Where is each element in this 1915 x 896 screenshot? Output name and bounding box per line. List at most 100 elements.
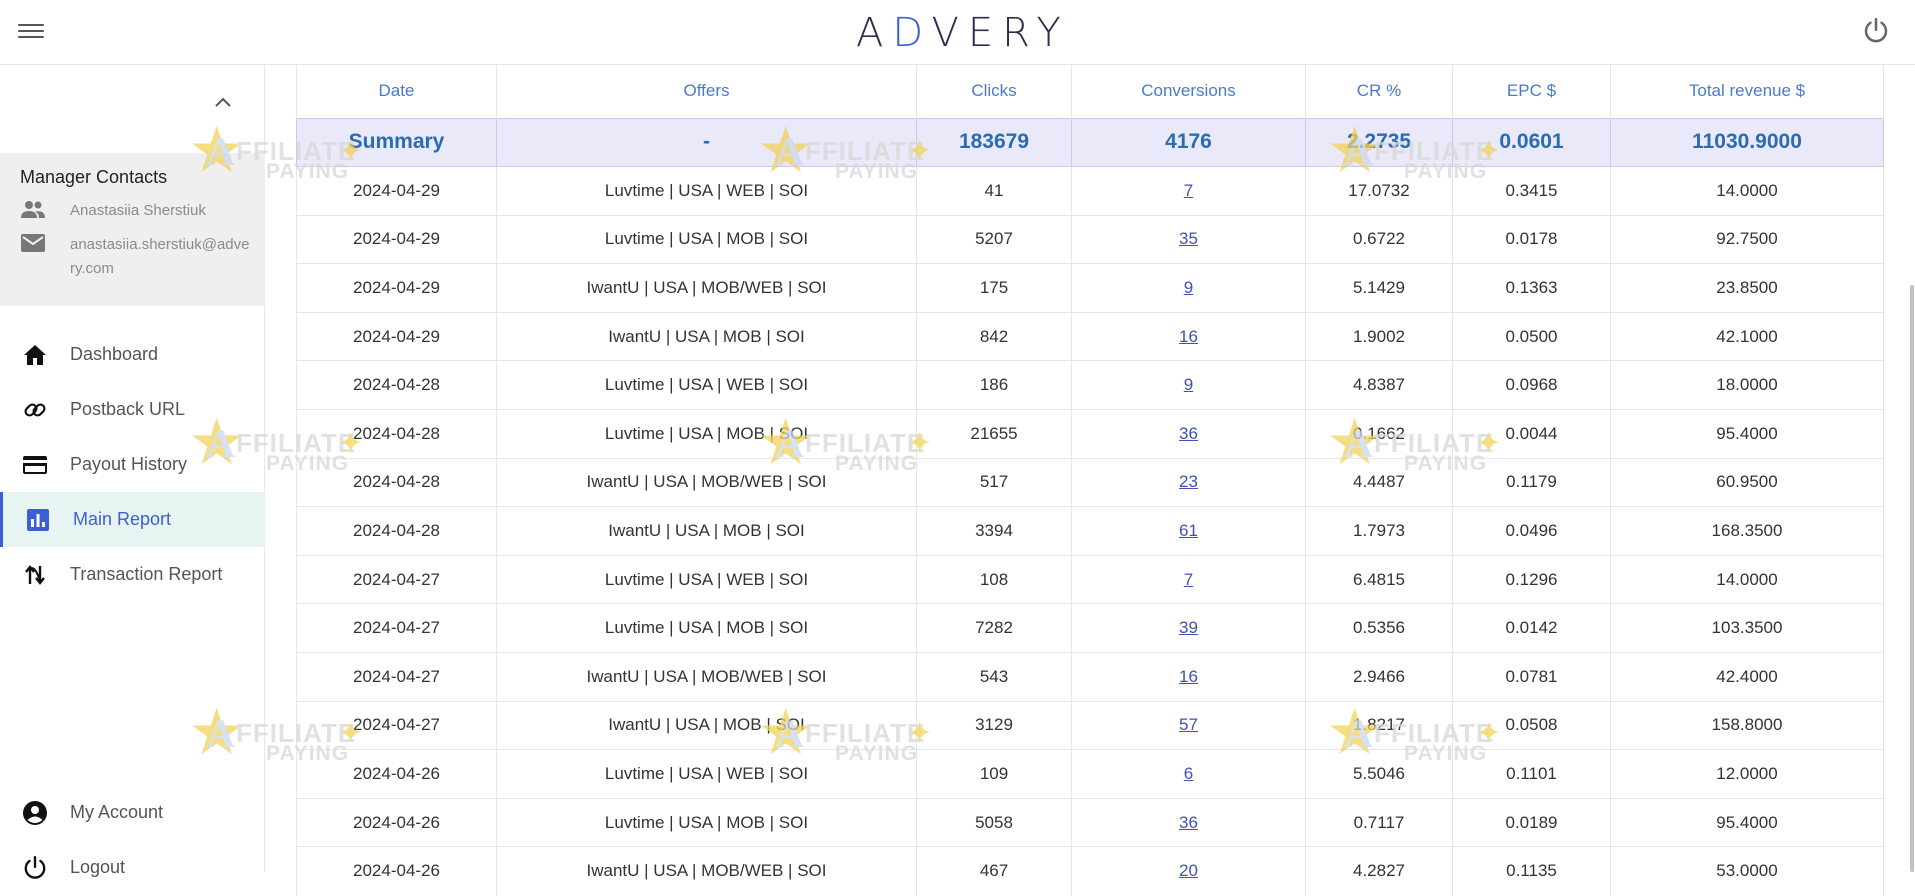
hamburger-menu-icon[interactable] [18, 20, 44, 42]
column-header-offers[interactable]: Offers [496, 65, 917, 118]
cell-offer: IwantU | USA | MOB/WEB | SOI [496, 846, 917, 896]
cell-date: 2024-04-26 [296, 749, 497, 799]
cell-cr: 4.8387 [1305, 360, 1453, 410]
summary-epc: 0.0601 [1452, 117, 1611, 168]
power-icon[interactable] [1861, 16, 1891, 51]
conversions-link[interactable]: 20 [1179, 861, 1198, 880]
cell-epc: 0.0508 [1452, 700, 1611, 750]
vertical-scrollbar[interactable] [1910, 285, 1914, 872]
table-row: 2024-04-29 IwantU | USA | MOB | SOI 842 16 1… [296, 311, 1884, 361]
conversions-link[interactable]: 35 [1179, 229, 1198, 248]
cell-date: 2024-04-29 [296, 214, 497, 264]
cell-epc: 0.1363 [1452, 263, 1611, 313]
cell-conversions: 20 [1071, 846, 1306, 896]
nav-postback-url[interactable]: Postback URL [0, 382, 265, 437]
cell-cr: 17.0732 [1305, 166, 1453, 216]
nav-label: Transaction Report [70, 564, 223, 584]
cell-offer: Luvtime | USA | MOB | SOI [496, 603, 917, 653]
nav-dashboard[interactable]: Dashboard [0, 327, 265, 382]
summary-offers: - [496, 117, 917, 168]
nav-label: Postback URL [70, 399, 186, 419]
column-header-total-revenue[interactable]: Total revenue $ [1610, 65, 1884, 118]
cell-clicks: 108 [916, 554, 1072, 604]
conversions-link[interactable]: 39 [1179, 618, 1198, 637]
cell-date: 2024-04-27 [296, 700, 497, 750]
mail-icon [20, 233, 50, 258]
cell-epc: 0.1296 [1452, 554, 1611, 604]
cell-total-revenue: 103.3500 [1610, 603, 1884, 653]
conversions-link[interactable]: 16 [1179, 327, 1198, 346]
cell-total-revenue: 60.9500 [1610, 457, 1884, 507]
cell-date: 2024-04-28 [296, 457, 497, 507]
cell-clicks: 842 [916, 311, 1072, 361]
column-header-clicks[interactable]: Clicks [916, 65, 1072, 118]
manager-contacts: Manager Contacts Anastasiia Sherstiuk an… [0, 153, 265, 306]
conversions-link[interactable]: 6 [1184, 764, 1193, 783]
conversions-link[interactable]: 61 [1179, 521, 1198, 540]
conversions-link[interactable]: 9 [1184, 278, 1193, 297]
conversions-link[interactable]: 16 [1179, 667, 1198, 686]
manager-email[interactable]: anastasiia.sherstiuk@advery.com [70, 233, 250, 281]
account-circle-icon [20, 800, 50, 826]
cell-epc: 0.0044 [1452, 409, 1611, 459]
nav-my-account[interactable]: My Account [0, 785, 265, 840]
nav-main-report[interactable]: Main Report [0, 492, 265, 547]
cell-epc: 0.0178 [1452, 214, 1611, 264]
cell-date: 2024-04-27 [296, 554, 497, 604]
cell-clicks: 5207 [916, 214, 1072, 264]
nav-logout[interactable]: Logout [0, 840, 265, 895]
cell-epc: 0.0496 [1452, 506, 1611, 556]
nav-payout-history[interactable]: Payout History [0, 437, 265, 492]
cell-offer: Luvtime | USA | MOB | SOI [496, 797, 917, 847]
nav-label: Payout History [70, 454, 188, 474]
cell-date: 2024-04-27 [296, 603, 497, 653]
conversions-link[interactable]: 7 [1184, 570, 1193, 589]
cell-epc: 0.0500 [1452, 311, 1611, 361]
conversions-link[interactable]: 36 [1179, 813, 1198, 832]
cell-total-revenue: 14.0000 [1610, 166, 1884, 216]
bar-chart-icon [23, 508, 53, 532]
cell-epc: 0.0142 [1452, 603, 1611, 653]
cell-offer: Luvtime | USA | MOB | SOI [496, 214, 917, 264]
conversions-link[interactable]: 23 [1179, 472, 1198, 491]
nav-label: Logout [70, 857, 126, 877]
cell-clicks: 109 [916, 749, 1072, 799]
nav-transaction-report[interactable]: Transaction Report [0, 547, 265, 602]
table-row: 2024-04-27 Luvtime | USA | MOB | SOI 7282 3… [296, 603, 1884, 653]
cell-conversions: 16 [1071, 311, 1306, 361]
table-row: 2024-04-27 Luvtime | USA | WEB | SOI 108 7 6… [296, 554, 1884, 604]
cell-clicks: 186 [916, 360, 1072, 410]
cell-date: 2024-04-28 [296, 506, 497, 556]
credit-card-icon [20, 455, 50, 475]
cell-offer: Luvtime | USA | MOB | SOI [496, 409, 917, 459]
chevron-up-icon[interactable] [213, 95, 233, 114]
cell-epc: 0.0968 [1452, 360, 1611, 410]
nav-label: Main Report [73, 509, 172, 529]
power-icon [20, 855, 50, 881]
column-header-date[interactable]: Date [296, 65, 497, 118]
table-row: 2024-04-28 IwantU | USA | MOB/WEB | SOI 51… [296, 457, 1884, 507]
nav-label: My Account [70, 802, 164, 822]
cell-offer: IwantU | USA | MOB | SOI [496, 700, 917, 750]
conversions-link[interactable]: 36 [1179, 424, 1198, 443]
manager-email-row: anastasiia.sherstiuk@advery.com [20, 233, 250, 281]
table-row: 2024-04-28 IwantU | USA | MOB | SOI 3394 61… [296, 506, 1884, 556]
conversions-link[interactable]: 57 [1179, 715, 1198, 734]
advery-logo[interactable]: ADVERY [856, 10, 1070, 56]
cell-total-revenue: 23.8500 [1610, 263, 1884, 313]
cell-epc: 0.1135 [1452, 846, 1611, 896]
conversions-link[interactable]: 9 [1184, 375, 1193, 394]
cell-conversions: 23 [1071, 457, 1306, 507]
column-header-cr[interactable]: CR % [1305, 65, 1453, 118]
conversions-link[interactable]: 7 [1184, 181, 1193, 200]
cell-conversions: 9 [1071, 263, 1306, 313]
cell-total-revenue: 18.0000 [1610, 360, 1884, 410]
cell-clicks: 175 [916, 263, 1072, 313]
cell-clicks: 41 [916, 166, 1072, 216]
cell-conversions: 16 [1071, 652, 1306, 702]
column-header-epc[interactable]: EPC $ [1452, 65, 1611, 118]
cell-date: 2024-04-29 [296, 311, 497, 361]
cell-conversions: 9 [1071, 360, 1306, 410]
column-header-conversions[interactable]: Conversions [1071, 65, 1306, 118]
cell-date: 2024-04-27 [296, 652, 497, 702]
